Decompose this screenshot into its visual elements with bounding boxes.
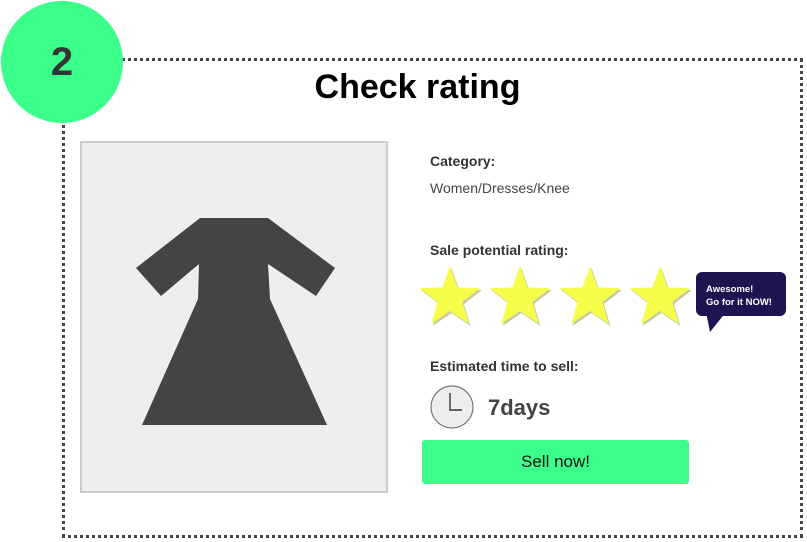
category-label: Category: <box>430 153 496 169</box>
speech-bubble: Awesome! Go for it NOW! <box>696 272 786 332</box>
rating-stars <box>419 266 692 326</box>
bubble-line-1: Awesome! <box>706 284 754 295</box>
category-value: Women/Dresses/Knee <box>430 180 570 196</box>
bubble-line-2: Go for it NOW! <box>706 297 772 308</box>
step-badge: 2 <box>1 1 123 123</box>
step-number: 2 <box>50 39 74 84</box>
rating-label: Sale potential rating: <box>430 242 569 258</box>
page-title: Check rating <box>314 68 521 106</box>
time-to-sell-value: 7days <box>488 395 551 420</box>
sell-now-button[interactable]: Sell now! <box>422 440 689 484</box>
star-icon <box>559 266 621 324</box>
star-icon <box>629 266 691 324</box>
product-image <box>80 141 388 493</box>
dress-icon <box>136 218 335 425</box>
estimate-label: Estimated time to sell: <box>430 358 579 374</box>
clock-icon <box>430 385 474 429</box>
star-icon <box>489 266 551 324</box>
star-icon <box>419 266 481 324</box>
